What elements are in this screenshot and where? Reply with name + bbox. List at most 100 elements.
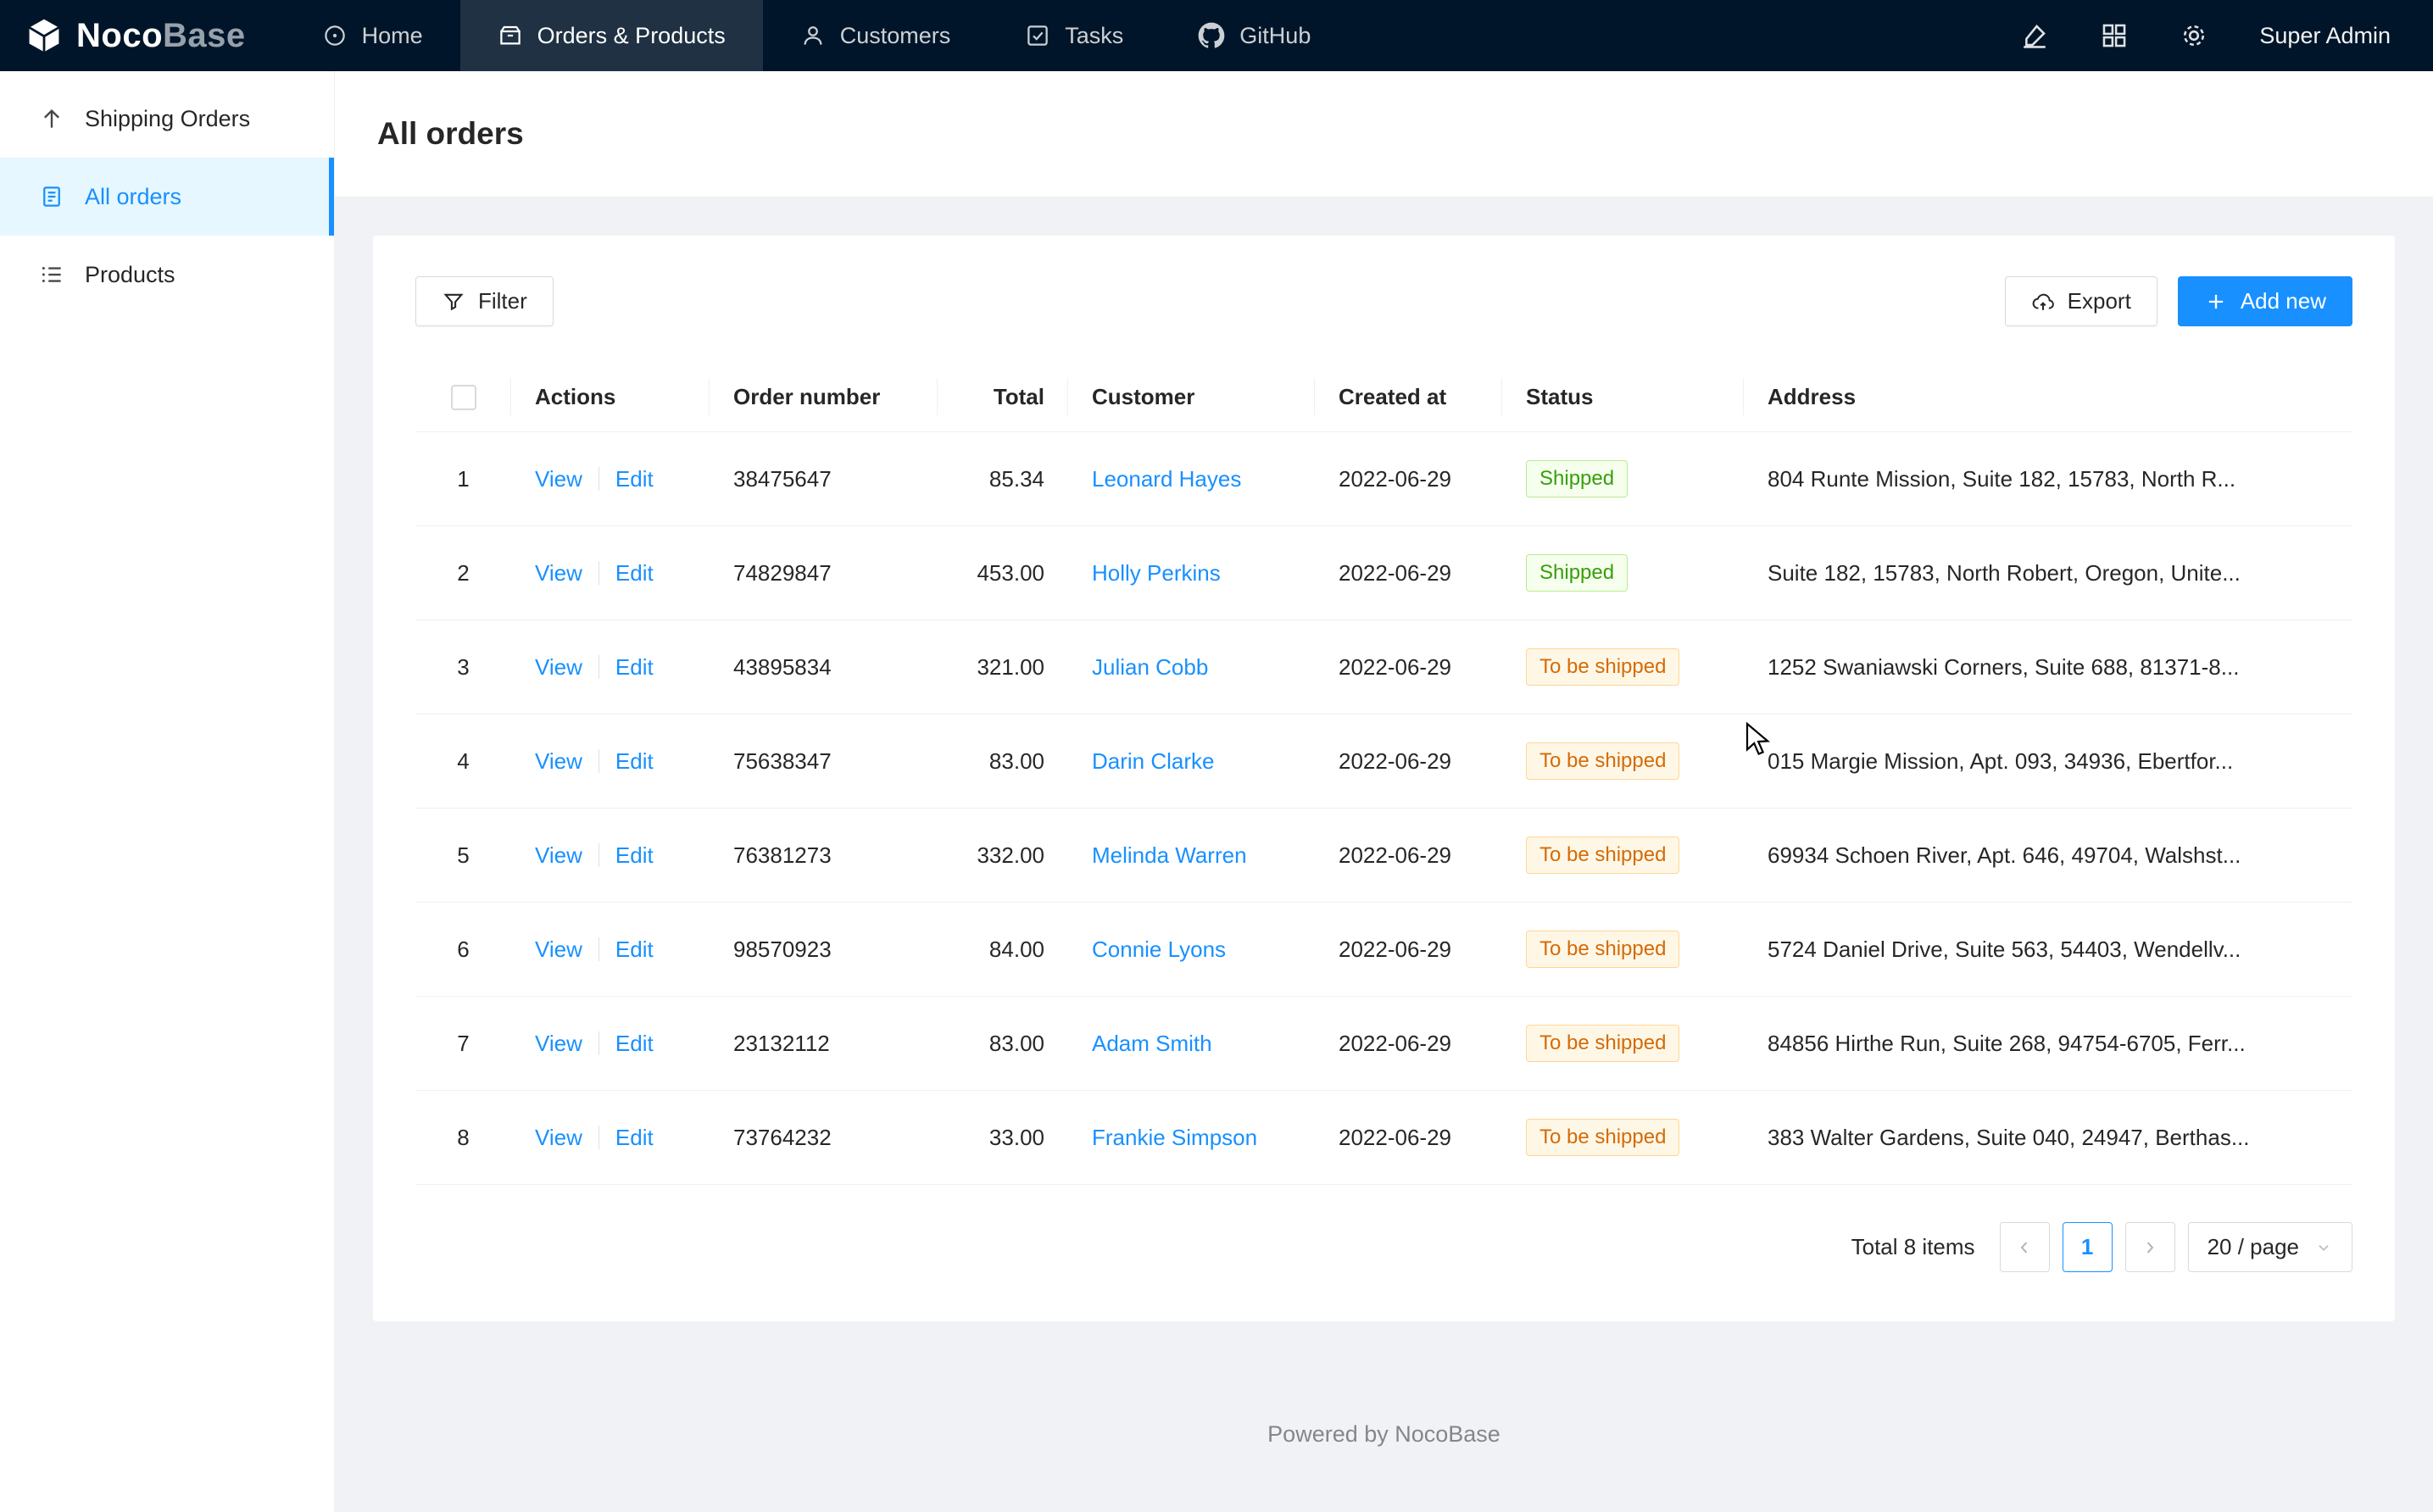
nav-label: GitHub xyxy=(1239,23,1311,49)
edit-link[interactable]: Edit xyxy=(615,1031,654,1056)
edit-link[interactable]: Edit xyxy=(615,466,654,492)
status-badge: Shipped xyxy=(1526,554,1628,592)
customer-cell: Darin Clarke xyxy=(1068,714,1315,809)
pagination-next-button[interactable] xyxy=(2125,1222,2175,1272)
main-area: All orders Filter Export xyxy=(335,71,2433,1512)
view-link[interactable]: View xyxy=(535,842,582,868)
footer-text: Powered by NocoBase xyxy=(373,1421,2395,1448)
customer-link[interactable]: Frankie Simpson xyxy=(1092,1125,1257,1150)
sidebar-item-label: Shipping Orders xyxy=(85,106,250,132)
address-cell: 1252 Swaniawski Corners, Suite 688, 8137… xyxy=(1744,620,2352,714)
nocobase-logo[interactable]: NocoBase xyxy=(0,0,285,71)
table-toolbar: Filter Export Add new xyxy=(415,276,2352,326)
header-right: Super Admin xyxy=(2020,0,2433,71)
edit-link[interactable]: Edit xyxy=(615,937,654,962)
view-link[interactable]: View xyxy=(535,560,582,586)
created-at-cell: 2022-06-29 xyxy=(1315,620,1502,714)
add-new-button[interactable]: Add new xyxy=(2178,276,2352,326)
status-badge: To be shipped xyxy=(1526,837,1679,874)
toolbar-right: Export Add new xyxy=(2005,276,2352,326)
page-size-select[interactable]: 20 / page xyxy=(2188,1222,2352,1272)
row-index: 7 xyxy=(457,1031,469,1056)
status-badge: To be shipped xyxy=(1526,1119,1679,1156)
customer-link[interactable]: Connie Lyons xyxy=(1092,937,1226,962)
github-icon xyxy=(1198,22,1225,49)
select-all-checkbox[interactable] xyxy=(451,385,476,410)
view-link[interactable]: View xyxy=(535,1031,582,1056)
table-row: 5 ViewEdit 76381273 332.00 Melinda Warre… xyxy=(415,809,2352,903)
filter-button[interactable]: Filter xyxy=(415,276,554,326)
total-cell: 83.00 xyxy=(938,997,1068,1091)
gear-icon[interactable] xyxy=(2180,21,2208,50)
nav-label: Home xyxy=(362,23,423,49)
table-row: 2 ViewEdit 74829847 453.00 Holly Perkins… xyxy=(415,526,2352,620)
table-row: 3 ViewEdit 43895834 321.00 Julian Cobb 2… xyxy=(415,620,2352,714)
total-cell: 453.00 xyxy=(938,526,1068,620)
created-at-cell: 2022-06-29 xyxy=(1315,997,1502,1091)
address-cell: 383 Walter Gardens, Suite 040, 24947, Be… xyxy=(1744,1091,2352,1185)
user-menu[interactable]: Super Admin xyxy=(2259,23,2391,49)
blocks-icon[interactable] xyxy=(2100,21,2129,50)
view-link[interactable]: View xyxy=(535,937,582,962)
customer-link[interactable]: Melinda Warren xyxy=(1092,842,1247,868)
nav-label: Customers xyxy=(840,23,951,49)
sidebar-item-label: All orders xyxy=(85,184,181,210)
table-row: 4 ViewEdit 75638347 83.00 Darin Clarke 2… xyxy=(415,714,2352,809)
customer-link[interactable]: Darin Clarke xyxy=(1092,748,1215,774)
tasks-icon xyxy=(1025,23,1050,48)
export-button[interactable]: Export xyxy=(2005,276,2157,326)
row-index: 1 xyxy=(457,466,469,492)
edit-link[interactable]: Edit xyxy=(615,842,654,868)
nav-item-github[interactable]: GitHub xyxy=(1161,0,1348,71)
customer-link[interactable]: Leonard Hayes xyxy=(1092,466,1241,492)
status-cell: To be shipped xyxy=(1502,809,1744,903)
customer-link[interactable]: Adam Smith xyxy=(1092,1031,1212,1056)
nav-item-tasks[interactable]: Tasks xyxy=(988,0,1161,71)
row-index: 5 xyxy=(457,842,469,868)
select-all-header xyxy=(415,362,511,432)
customer-cell: Holly Perkins xyxy=(1068,526,1315,620)
view-link[interactable]: View xyxy=(535,466,582,492)
address-cell: 84856 Hirthe Run, Suite 268, 94754-6705,… xyxy=(1744,997,2352,1091)
column-header-total: Total xyxy=(938,362,1068,432)
edit-link[interactable]: Edit xyxy=(615,1125,654,1150)
order-number-cell: 98570923 xyxy=(710,903,938,997)
status-cell: Shipped xyxy=(1502,432,1744,526)
view-link[interactable]: View xyxy=(535,748,582,774)
customer-cell: Melinda Warren xyxy=(1068,809,1315,903)
sidebar-item-shipping-orders[interactable]: Shipping Orders xyxy=(0,80,334,158)
pagination-prev-button[interactable] xyxy=(2000,1222,2050,1272)
edit-link[interactable]: Edit xyxy=(615,560,654,586)
nav-item-home[interactable]: Home xyxy=(285,0,460,71)
nav-item-orders-products[interactable]: Orders & Products xyxy=(460,0,763,71)
view-link[interactable]: View xyxy=(535,1125,582,1150)
pagination-total: Total 8 items xyxy=(1851,1234,1975,1260)
total-cell: 33.00 xyxy=(938,1091,1068,1185)
actions-cell: View Edit xyxy=(511,903,710,997)
main-nav: Home Orders & Products Customers Tasks G… xyxy=(285,0,1349,71)
address-cell: 69934 Schoen River, Apt. 646, 49704, Wal… xyxy=(1744,809,2352,903)
pagination-page-1[interactable]: 1 xyxy=(2063,1222,2113,1272)
highlighter-icon[interactable] xyxy=(2020,21,2049,50)
column-header-customer: Customer xyxy=(1068,362,1315,432)
actions-cell: View Edit xyxy=(511,809,710,903)
customer-cell: Frankie Simpson xyxy=(1068,1091,1315,1185)
row-index: 6 xyxy=(457,937,469,962)
customer-link[interactable]: Holly Perkins xyxy=(1092,560,1221,586)
plus-icon xyxy=(2204,290,2228,314)
customer-link[interactable]: Julian Cobb xyxy=(1092,654,1208,680)
orders-products-icon xyxy=(498,23,523,48)
sidebar-item-products[interactable]: Products xyxy=(0,236,334,314)
address-cell: Suite 182, 15783, North Robert, Oregon, … xyxy=(1744,526,2352,620)
status-cell: To be shipped xyxy=(1502,903,1744,997)
edit-link[interactable]: Edit xyxy=(615,654,654,680)
nav-item-customers[interactable]: Customers xyxy=(763,0,988,71)
status-badge: To be shipped xyxy=(1526,1025,1679,1062)
edit-link[interactable]: Edit xyxy=(615,748,654,774)
sidebar-item-label: Products xyxy=(85,262,175,288)
order-number-cell: 38475647 xyxy=(710,432,938,526)
chevron-left-icon xyxy=(2014,1237,2035,1258)
view-link[interactable]: View xyxy=(535,654,582,680)
table-row: 7 ViewEdit 23132112 83.00 Adam Smith 202… xyxy=(415,997,2352,1091)
sidebar-item-all-orders[interactable]: All orders xyxy=(0,158,334,236)
